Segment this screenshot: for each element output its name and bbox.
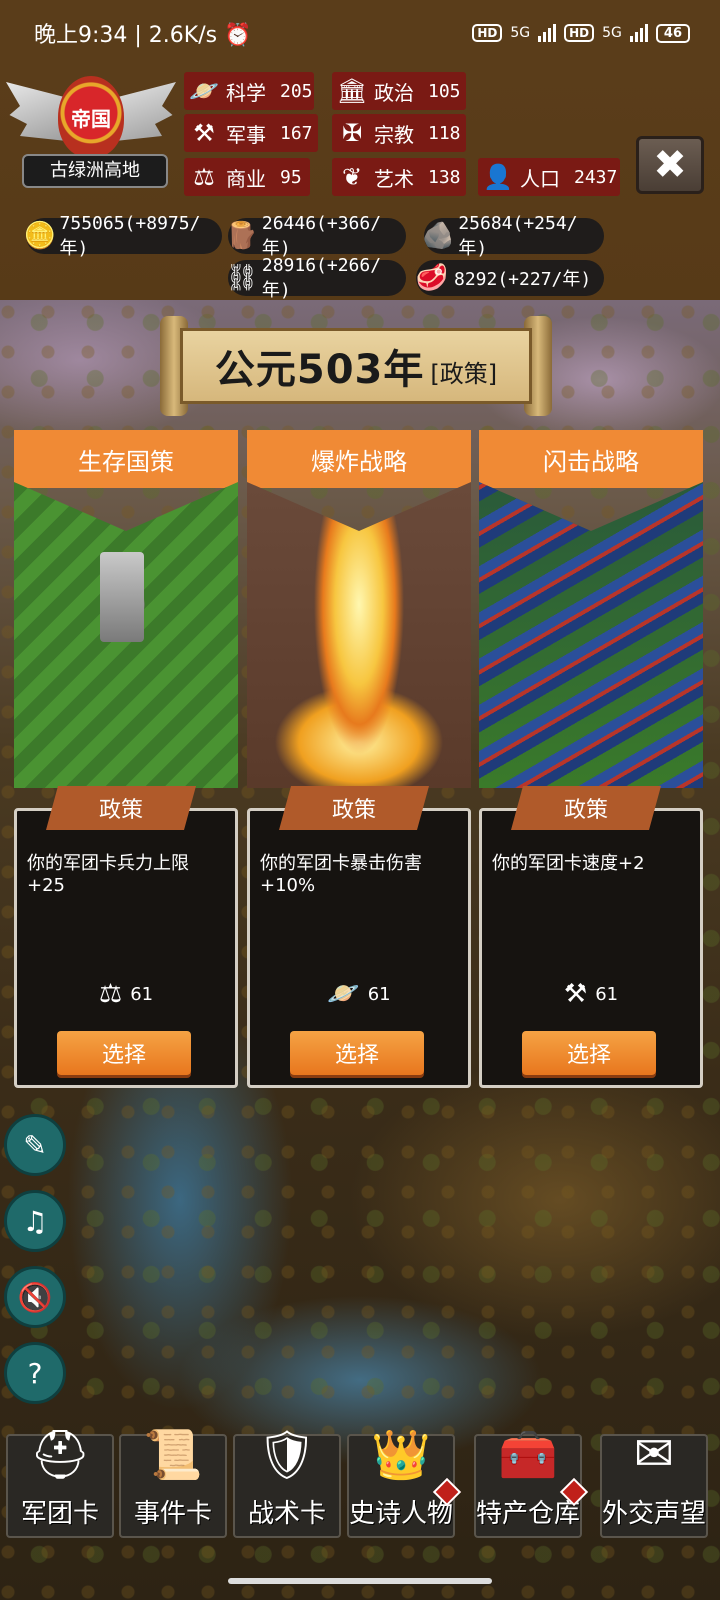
- card-description: 你的军团卡兵力上限+25: [27, 853, 189, 896]
- music-off-icon: ♫: [22, 1204, 48, 1238]
- alarm-icon: ⏰: [224, 23, 252, 48]
- treasure-chest-icon: 🧰: [498, 1427, 558, 1483]
- nav-tactic-cards[interactable]: 🛡 战术卡: [233, 1427, 341, 1538]
- status-bar: 晚上9:34 | 2.6K/s ⏰ HD 5G HD 5G 46: [0, 0, 720, 66]
- policy-card[interactable]: 闪击战略 你的军团卡速度+2 ⚒ 61 选择 政策: [479, 430, 703, 1088]
- attr-population[interactable]: 👤 人口 2437: [478, 158, 620, 196]
- card-description: 你的军团卡速度+2: [492, 853, 645, 874]
- card-body: 你的军团卡兵力上限+25 ⚖ 61 选择: [14, 808, 238, 1088]
- policy-card[interactable]: 生存国策 你的军团卡兵力上限+25 ⚖ 61 选择 政策: [14, 430, 238, 1088]
- card-cost: ⚖ 61: [98, 979, 154, 1009]
- signal-label: 5G: [510, 25, 531, 41]
- resource-wood[interactable]: 🪵 26446(+366/年): [226, 213, 406, 259]
- crown-icon: 👑: [371, 1427, 431, 1483]
- empire-emblem[interactable]: 帝国 古绿洲高地: [6, 72, 176, 192]
- status-icons: HD 5G HD 5G 46: [472, 23, 690, 43]
- signal-label: 5G: [602, 25, 622, 41]
- attr-commerce[interactable]: ⚖ 商业 95: [184, 158, 310, 196]
- card-title: 爆炸战略: [247, 430, 471, 488]
- help-button[interactable]: ?: [4, 1342, 66, 1404]
- card-cost: ⚒ 61: [563, 979, 619, 1009]
- card-illustration: [479, 482, 703, 788]
- card-cost: 🪐 61: [327, 979, 391, 1009]
- person-icon: 👤: [483, 163, 513, 191]
- book-quill-icon: ✎: [23, 1128, 47, 1162]
- iron-ingot-icon: ⛓: [225, 263, 259, 293]
- attr-science[interactable]: 🪐 科学 205: [184, 72, 314, 110]
- helmet-icon: ⛑: [29, 1427, 91, 1483]
- nav-diplomatic-prestige[interactable]: ✉ 外交声望: [600, 1426, 708, 1538]
- nav-epic-figures[interactable]: 👑 史诗人物: [347, 1427, 462, 1538]
- envelope-icon: ✉: [633, 1426, 675, 1482]
- crossed-hammers-icon: ⚒: [193, 119, 215, 147]
- lotus-icon: ❦: [341, 163, 363, 191]
- sound-toggle-button[interactable]: 🔇: [4, 1266, 66, 1328]
- card-ribbon: 政策: [279, 786, 429, 830]
- history-book-button[interactable]: ✎: [4, 1114, 66, 1176]
- attr-politics[interactable]: 🏛 政治 105: [332, 72, 466, 110]
- attr-military[interactable]: ⚒ 军事 167: [184, 114, 318, 152]
- hd-badge: HD: [564, 24, 595, 42]
- home-indicator[interactable]: [228, 1578, 492, 1584]
- card-title: 生存国策: [14, 430, 238, 488]
- year-banner: 公元503年 [政策]: [160, 316, 552, 416]
- banner-tag: [政策]: [430, 359, 498, 388]
- select-button[interactable]: 选择: [290, 1031, 424, 1075]
- status-time: 晚上9:34 | 2.6K/s ⏰: [34, 23, 252, 48]
- resource-stone[interactable]: 🪨 25684(+254/年): [422, 213, 604, 259]
- crossed-hammers-icon: ⚒: [563, 979, 588, 1009]
- hd-badge: HD: [472, 24, 503, 42]
- select-button[interactable]: 选择: [522, 1031, 656, 1075]
- card-illustration: [14, 482, 238, 788]
- logs-icon: 🪵: [225, 221, 259, 251]
- region-name: 古绿洲高地: [22, 154, 168, 188]
- attr-religion[interactable]: ✠ 宗教 118: [332, 114, 466, 152]
- signal-icon: [538, 24, 557, 42]
- cross-icon: ✠: [341, 119, 363, 147]
- select-button[interactable]: 选择: [57, 1031, 191, 1075]
- scales-icon: ⚖: [193, 163, 215, 191]
- resource-gold[interactable]: 🪙 755065(+8975/年): [24, 213, 222, 259]
- sound-off-icon: 🔇: [17, 1280, 53, 1314]
- card-ribbon: 政策: [511, 786, 661, 830]
- close-icon: ✖: [653, 142, 687, 188]
- bottom-nav: ⛑ 军团卡 📜 事件卡 🛡 战术卡 👑 史诗人物 🧰 特产仓库 ✉ 外交声望: [0, 1420, 720, 1560]
- government-building-icon: 🏛: [336, 77, 368, 105]
- planet-icon: 🪐: [327, 979, 360, 1009]
- empire-header: 帝国 古绿洲高地 🪐 科学 205 🏛 政治 105 ⚒ 军事 167 ✠ 宗教…: [0, 66, 720, 301]
- current-year: 公元503年: [214, 347, 425, 393]
- banner-paper: 公元503年 [政策]: [180, 328, 532, 404]
- policy-card[interactable]: 爆炸战略 你的军团卡暴击伤害+10% 🪐 61 选择 政策: [247, 430, 471, 1088]
- help-icon: ?: [27, 1356, 43, 1390]
- signal-icon: [629, 24, 648, 42]
- attr-art[interactable]: ❦ 艺术 138: [332, 158, 466, 196]
- resource-meat[interactable]: 🥩 8292(+227/年): [416, 260, 604, 296]
- card-title: 闪击战略: [479, 430, 703, 488]
- card-illustration: [247, 482, 471, 788]
- resource-iron[interactable]: ⛓ 28916(+266/年): [225, 255, 406, 301]
- nav-specialty-warehouse[interactable]: 🧰 特产仓库: [474, 1427, 589, 1538]
- planet-icon: 🪐: [189, 77, 219, 105]
- close-button[interactable]: ✖: [636, 136, 704, 194]
- meat-icon: 🥩: [415, 263, 449, 293]
- scales-icon: ⚖: [98, 979, 123, 1009]
- card-body: 你的军团卡暴击伤害+10% 🪐 61 选择: [247, 808, 471, 1088]
- shield-swords-icon: 🛡: [256, 1427, 318, 1483]
- scroll-icon: 📜: [143, 1427, 203, 1483]
- nav-legion-cards[interactable]: ⛑ 军团卡: [6, 1427, 114, 1538]
- card-description: 你的军团卡暴击伤害+10%: [260, 853, 422, 896]
- card-body: 你的军团卡速度+2 ⚒ 61 选择: [479, 808, 703, 1088]
- nav-event-cards[interactable]: 📜 事件卡: [119, 1427, 227, 1538]
- card-ribbon: 政策: [46, 786, 196, 830]
- stone-icon: 🪨: [421, 221, 455, 251]
- battery-indicator: 46: [655, 23, 690, 43]
- gold-coins-icon: 🪙: [23, 221, 56, 251]
- music-toggle-button[interactable]: ♫: [4, 1190, 66, 1252]
- empire-rank-badge: 帝国: [58, 76, 124, 158]
